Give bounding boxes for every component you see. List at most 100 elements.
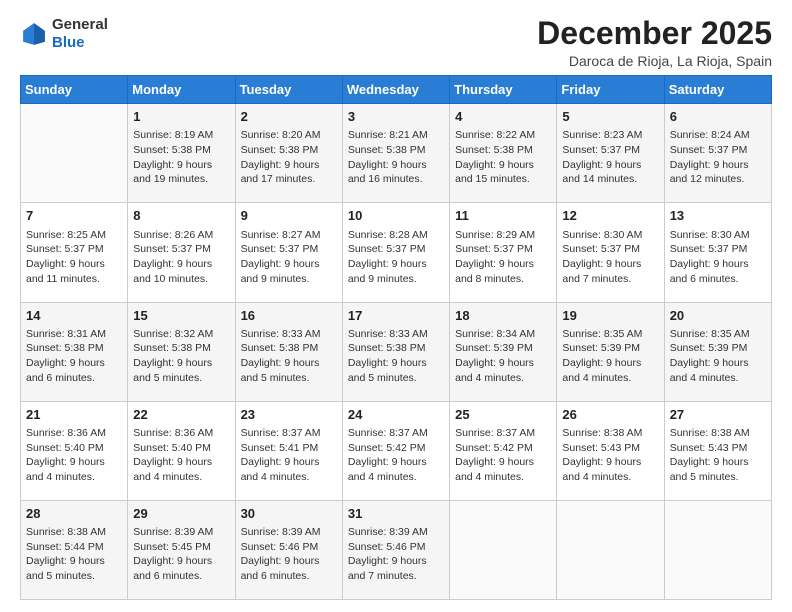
day-number: 27 bbox=[670, 406, 766, 424]
day-info-line: Sunset: 5:37 PM bbox=[348, 242, 444, 257]
calendar-cell: 12Sunrise: 8:30 AMSunset: 5:37 PMDayligh… bbox=[557, 203, 664, 302]
day-info-line: Sunrise: 8:39 AM bbox=[348, 525, 444, 540]
calendar-header-row: SundayMondayTuesdayWednesdayThursdayFrid… bbox=[21, 76, 772, 104]
day-info-line: Sunset: 5:37 PM bbox=[562, 143, 658, 158]
day-number: 19 bbox=[562, 307, 658, 325]
calendar-cell: 13Sunrise: 8:30 AMSunset: 5:37 PMDayligh… bbox=[664, 203, 771, 302]
day-number: 3 bbox=[348, 108, 444, 126]
day-info-line: Daylight: 9 hours bbox=[455, 455, 551, 470]
calendar-cell: 11Sunrise: 8:29 AMSunset: 5:37 PMDayligh… bbox=[450, 203, 557, 302]
logo: General Blue bbox=[20, 16, 108, 52]
day-info-line: and 5 minutes. bbox=[348, 371, 444, 386]
day-info-line: and 4 minutes. bbox=[562, 470, 658, 485]
day-info-line: Sunrise: 8:39 AM bbox=[241, 525, 337, 540]
day-info-line: and 11 minutes. bbox=[26, 272, 122, 287]
day-info-line: Daylight: 9 hours bbox=[562, 455, 658, 470]
day-number: 22 bbox=[133, 406, 229, 424]
calendar-cell bbox=[450, 500, 557, 599]
day-info-line: and 5 minutes. bbox=[670, 470, 766, 485]
day-info-line: Daylight: 9 hours bbox=[26, 455, 122, 470]
day-number: 11 bbox=[455, 207, 551, 225]
calendar-cell: 20Sunrise: 8:35 AMSunset: 5:39 PMDayligh… bbox=[664, 302, 771, 401]
day-info-line: Daylight: 9 hours bbox=[670, 356, 766, 371]
day-info-line: Sunset: 5:38 PM bbox=[26, 341, 122, 356]
day-info-line: and 4 minutes. bbox=[241, 470, 337, 485]
calendar-cell: 9Sunrise: 8:27 AMSunset: 5:37 PMDaylight… bbox=[235, 203, 342, 302]
header: General Blue December 2025 Daroca de Rio… bbox=[20, 16, 772, 69]
day-number: 16 bbox=[241, 307, 337, 325]
day-info-line: and 7 minutes. bbox=[562, 272, 658, 287]
calendar-week-3: 14Sunrise: 8:31 AMSunset: 5:38 PMDayligh… bbox=[21, 302, 772, 401]
calendar-table: SundayMondayTuesdayWednesdayThursdayFrid… bbox=[20, 75, 772, 600]
day-info-line: Daylight: 9 hours bbox=[133, 158, 229, 173]
day-info-line: Daylight: 9 hours bbox=[670, 158, 766, 173]
day-info-line: Daylight: 9 hours bbox=[348, 158, 444, 173]
day-number: 10 bbox=[348, 207, 444, 225]
title-block: December 2025 Daroca de Rioja, La Rioja,… bbox=[537, 16, 772, 69]
day-info-line: Daylight: 9 hours bbox=[348, 257, 444, 272]
day-info-line: Sunset: 5:38 PM bbox=[133, 143, 229, 158]
day-number: 25 bbox=[455, 406, 551, 424]
calendar-cell bbox=[557, 500, 664, 599]
calendar-cell: 18Sunrise: 8:34 AMSunset: 5:39 PMDayligh… bbox=[450, 302, 557, 401]
calendar-cell: 31Sunrise: 8:39 AMSunset: 5:46 PMDayligh… bbox=[342, 500, 449, 599]
calendar-cell: 5Sunrise: 8:23 AMSunset: 5:37 PMDaylight… bbox=[557, 104, 664, 203]
day-number: 28 bbox=[26, 505, 122, 523]
day-info-line: Sunrise: 8:33 AM bbox=[241, 327, 337, 342]
day-info-line: and 5 minutes. bbox=[133, 371, 229, 386]
day-info-line: Daylight: 9 hours bbox=[26, 257, 122, 272]
calendar-cell: 29Sunrise: 8:39 AMSunset: 5:45 PMDayligh… bbox=[128, 500, 235, 599]
day-number: 24 bbox=[348, 406, 444, 424]
day-number: 2 bbox=[241, 108, 337, 126]
calendar-cell: 8Sunrise: 8:26 AMSunset: 5:37 PMDaylight… bbox=[128, 203, 235, 302]
calendar-cell: 2Sunrise: 8:20 AMSunset: 5:38 PMDaylight… bbox=[235, 104, 342, 203]
day-number: 26 bbox=[562, 406, 658, 424]
calendar-cell: 22Sunrise: 8:36 AMSunset: 5:40 PMDayligh… bbox=[128, 401, 235, 500]
day-info-line: Daylight: 9 hours bbox=[670, 257, 766, 272]
day-info-line: Sunset: 5:37 PM bbox=[26, 242, 122, 257]
day-info-line: Sunset: 5:37 PM bbox=[241, 242, 337, 257]
day-info-line: Sunrise: 8:24 AM bbox=[670, 128, 766, 143]
location: Daroca de Rioja, La Rioja, Spain bbox=[537, 53, 772, 69]
day-info-line: Sunset: 5:44 PM bbox=[26, 540, 122, 555]
day-info-line: Daylight: 9 hours bbox=[241, 158, 337, 173]
day-info-line: Sunset: 5:41 PM bbox=[241, 441, 337, 456]
day-info-line: Sunrise: 8:36 AM bbox=[133, 426, 229, 441]
day-info-line: and 19 minutes. bbox=[133, 172, 229, 187]
day-info-line: Sunrise: 8:37 AM bbox=[241, 426, 337, 441]
day-number: 21 bbox=[26, 406, 122, 424]
day-info-line: Sunset: 5:38 PM bbox=[348, 143, 444, 158]
day-info-line: Sunset: 5:43 PM bbox=[670, 441, 766, 456]
day-info-line: Daylight: 9 hours bbox=[348, 455, 444, 470]
day-number: 15 bbox=[133, 307, 229, 325]
day-info-line: Sunrise: 8:33 AM bbox=[348, 327, 444, 342]
day-info-line: Daylight: 9 hours bbox=[670, 455, 766, 470]
day-info-line: Sunrise: 8:32 AM bbox=[133, 327, 229, 342]
day-info-line: Sunrise: 8:37 AM bbox=[348, 426, 444, 441]
calendar-week-4: 21Sunrise: 8:36 AMSunset: 5:40 PMDayligh… bbox=[21, 401, 772, 500]
day-info-line: Sunset: 5:37 PM bbox=[133, 242, 229, 257]
day-info-line: Daylight: 9 hours bbox=[133, 554, 229, 569]
day-info-line: Sunset: 5:43 PM bbox=[562, 441, 658, 456]
day-info-line: and 8 minutes. bbox=[455, 272, 551, 287]
day-info-line: Sunrise: 8:38 AM bbox=[26, 525, 122, 540]
day-info-line: Daylight: 9 hours bbox=[133, 356, 229, 371]
day-number: 14 bbox=[26, 307, 122, 325]
day-info-line: Daylight: 9 hours bbox=[241, 554, 337, 569]
day-info-line: Daylight: 9 hours bbox=[133, 257, 229, 272]
day-number: 31 bbox=[348, 505, 444, 523]
day-info-line: Sunset: 5:42 PM bbox=[348, 441, 444, 456]
logo-icon bbox=[20, 20, 48, 48]
col-header-wednesday: Wednesday bbox=[342, 76, 449, 104]
day-info-line: and 17 minutes. bbox=[241, 172, 337, 187]
calendar-cell: 10Sunrise: 8:28 AMSunset: 5:37 PMDayligh… bbox=[342, 203, 449, 302]
day-info-line: Sunset: 5:37 PM bbox=[670, 242, 766, 257]
day-info-line: Sunrise: 8:26 AM bbox=[133, 228, 229, 243]
calendar-cell: 6Sunrise: 8:24 AMSunset: 5:37 PMDaylight… bbox=[664, 104, 771, 203]
day-info-line: Sunset: 5:37 PM bbox=[455, 242, 551, 257]
day-info-line: Daylight: 9 hours bbox=[562, 257, 658, 272]
day-info-line: and 6 minutes. bbox=[670, 272, 766, 287]
month-title: December 2025 bbox=[537, 16, 772, 51]
day-info-line: Daylight: 9 hours bbox=[26, 554, 122, 569]
calendar-cell bbox=[21, 104, 128, 203]
